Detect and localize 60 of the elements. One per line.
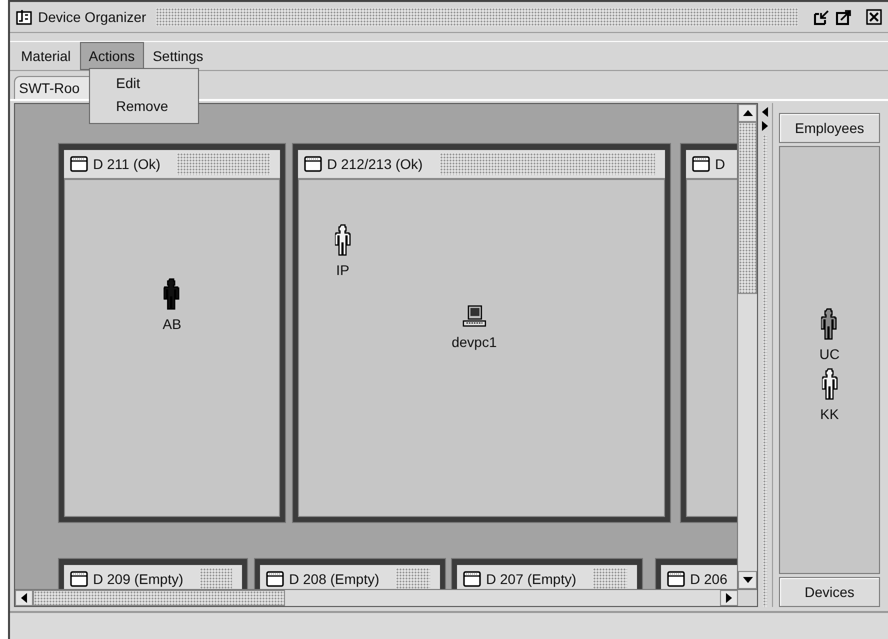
person-icon[interactable]: [164, 278, 180, 310]
scroll-left-button[interactable]: [15, 590, 33, 606]
right-arrow-icon: [726, 593, 732, 603]
person-icon[interactable]: [822, 368, 838, 400]
window-icon: [692, 156, 710, 172]
devices-button[interactable]: Devices: [779, 577, 880, 607]
window-icon: [463, 571, 481, 587]
room-title: D 208 (Empty): [289, 571, 380, 587]
scroll-thumb[interactable]: [738, 122, 757, 294]
window-icon: [266, 571, 284, 587]
window-title: Device Organizer: [38, 9, 146, 25]
header-texture: [200, 568, 232, 589]
down-arrow-icon: [742, 577, 752, 583]
menu-option[interactable]: Remove: [90, 96, 198, 119]
room-title: D 211 (Ok): [93, 156, 160, 172]
room-title: D 209 (Empty): [93, 571, 184, 587]
menu-item[interactable]: Settings: [144, 42, 212, 70]
scroll-thumb[interactable]: [33, 590, 285, 606]
person-icon[interactable]: [821, 308, 838, 340]
room-panel[interactable]: D: [681, 144, 737, 522]
employee-label: UC: [819, 346, 840, 362]
window-icon: [70, 571, 88, 587]
room-title: D 212/213 (Ok): [327, 156, 423, 172]
app-icon: [16, 9, 32, 25]
room-panel[interactable]: D 206: [656, 559, 737, 589]
expand-right-icon[interactable]: [762, 121, 768, 131]
window-icon: [667, 571, 685, 587]
menu-item[interactable]: Actions: [80, 42, 144, 70]
scroll-up-button[interactable]: [738, 104, 757, 122]
maximize-icon[interactable]: [836, 9, 852, 25]
window-icon: [70, 156, 88, 172]
item-label: AB: [162, 316, 182, 332]
horizontal-scrollbar[interactable]: [15, 589, 757, 606]
room-panel[interactable]: D 211 (Ok) AB: [59, 144, 285, 522]
employee-label: KK: [820, 406, 839, 422]
collapse-left-icon[interactable]: [762, 107, 768, 117]
person-icon[interactable]: [334, 224, 351, 256]
up-arrow-icon: [742, 110, 752, 116]
scroll-down-button[interactable]: [738, 571, 757, 589]
header-texture: [396, 568, 430, 589]
room-panel[interactable]: D 209 (Empty): [59, 559, 247, 589]
employees-button[interactable]: Employees: [779, 113, 880, 143]
item-label: IP: [336, 262, 350, 278]
room-panel[interactable]: D 208 (Empty): [255, 559, 445, 589]
left-arrow-icon: [21, 593, 27, 603]
window-icon: [304, 156, 322, 172]
room-panel[interactable]: D 212/213 (Ok) IP devpc1: [293, 144, 670, 522]
vertical-scrollbar[interactable]: [737, 104, 757, 589]
room-title: D: [715, 156, 726, 172]
restore-icon[interactable]: [814, 9, 830, 25]
room-title: D 206: [690, 571, 728, 587]
close-icon[interactable]: [866, 9, 882, 25]
scrollbar-corner: [738, 590, 757, 606]
computer-icon[interactable]: [462, 304, 486, 328]
header-texture: [593, 568, 627, 589]
room-panel[interactable]: D 207 (Empty): [452, 559, 642, 589]
room-title: D 207 (Empty): [486, 571, 576, 587]
menu-item[interactable]: Material: [12, 42, 80, 70]
scroll-right-button[interactable]: [720, 590, 738, 606]
item-label: devpc1: [452, 334, 497, 350]
